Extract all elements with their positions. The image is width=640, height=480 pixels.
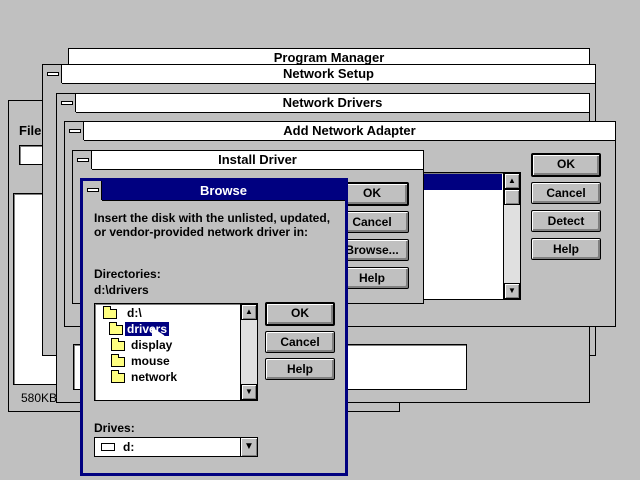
browse-system-menu[interactable]	[83, 181, 102, 200]
network-drivers-title: Network Drivers	[76, 94, 589, 113]
status-memory: 580KB	[21, 391, 58, 405]
add-adapter-system-menu[interactable]	[65, 122, 84, 140]
add-adapter-detect-button[interactable]: Detect	[531, 210, 601, 232]
network-setup-system-menu[interactable]	[43, 65, 62, 83]
folder-icon	[111, 338, 125, 351]
adapter-scroll-down-icon[interactable]: ▼	[504, 283, 520, 299]
adapter-list-selected-row[interactable]	[423, 174, 502, 190]
add-adapter-ok-button[interactable]: OK	[531, 153, 601, 177]
install-driver-title: Install Driver	[92, 151, 423, 170]
drive-icon	[101, 443, 115, 451]
dir-item-display[interactable]: display	[99, 337, 239, 353]
directories-label: Directories:	[94, 267, 161, 281]
dir-label: d:\	[127, 306, 142, 320]
dir-scroll-down-icon[interactable]: ▼	[241, 384, 257, 400]
adapter-list[interactable]: ▲ ▼	[421, 172, 521, 300]
directory-scrollbar[interactable]: ▲ ▼	[240, 304, 257, 400]
browse-cancel-button[interactable]: Cancel	[265, 331, 335, 353]
drives-dropdown-icon[interactable]: ▼	[240, 438, 257, 456]
adapter-scroll-thumb[interactable]	[504, 189, 520, 205]
browse-instruction: Insert the disk with the unlisted, updat…	[94, 211, 331, 239]
install-driver-system-menu[interactable]	[73, 151, 92, 169]
browse-help-button[interactable]: Help	[265, 358, 335, 380]
dir-item-mouse[interactable]: mouse	[99, 353, 239, 369]
folder-icon	[111, 370, 125, 383]
current-path: d:\drivers	[94, 283, 149, 297]
dir-label: network	[131, 370, 178, 384]
menu-file[interactable]: File	[19, 123, 41, 138]
open-folder-icon	[103, 306, 117, 319]
directory-list[interactable]: d:\ drivers display mouse network ▲ ▼	[94, 303, 258, 401]
adapter-list-scrollbar[interactable]: ▲ ▼	[503, 173, 520, 299]
network-setup-title: Network Setup	[62, 65, 595, 84]
add-adapter-help-button[interactable]: Help	[531, 238, 601, 260]
drive-value: d:	[123, 440, 135, 454]
dir-item-network[interactable]: network	[99, 369, 239, 385]
dir-item-root[interactable]: d:\	[99, 305, 239, 321]
browse-ok-button[interactable]: OK	[265, 302, 335, 326]
dir-item-drivers[interactable]: drivers	[99, 321, 239, 337]
add-adapter-title: Add Network Adapter	[84, 122, 615, 141]
dir-label: mouse	[131, 354, 170, 368]
folder-icon	[111, 354, 125, 367]
adapter-scroll-up-icon[interactable]: ▲	[504, 173, 520, 189]
drives-combo[interactable]: d: ▼	[94, 437, 258, 457]
network-drivers-system-menu[interactable]	[57, 94, 76, 112]
browse-title: Browse	[102, 181, 345, 201]
dir-scroll-up-icon[interactable]: ▲	[241, 304, 257, 320]
open-folder-icon	[109, 322, 123, 335]
add-adapter-cancel-button[interactable]: Cancel	[531, 182, 601, 204]
browse-dialog: Browse Insert the disk with the unlisted…	[80, 178, 348, 476]
drives-label: Drives:	[94, 421, 135, 435]
